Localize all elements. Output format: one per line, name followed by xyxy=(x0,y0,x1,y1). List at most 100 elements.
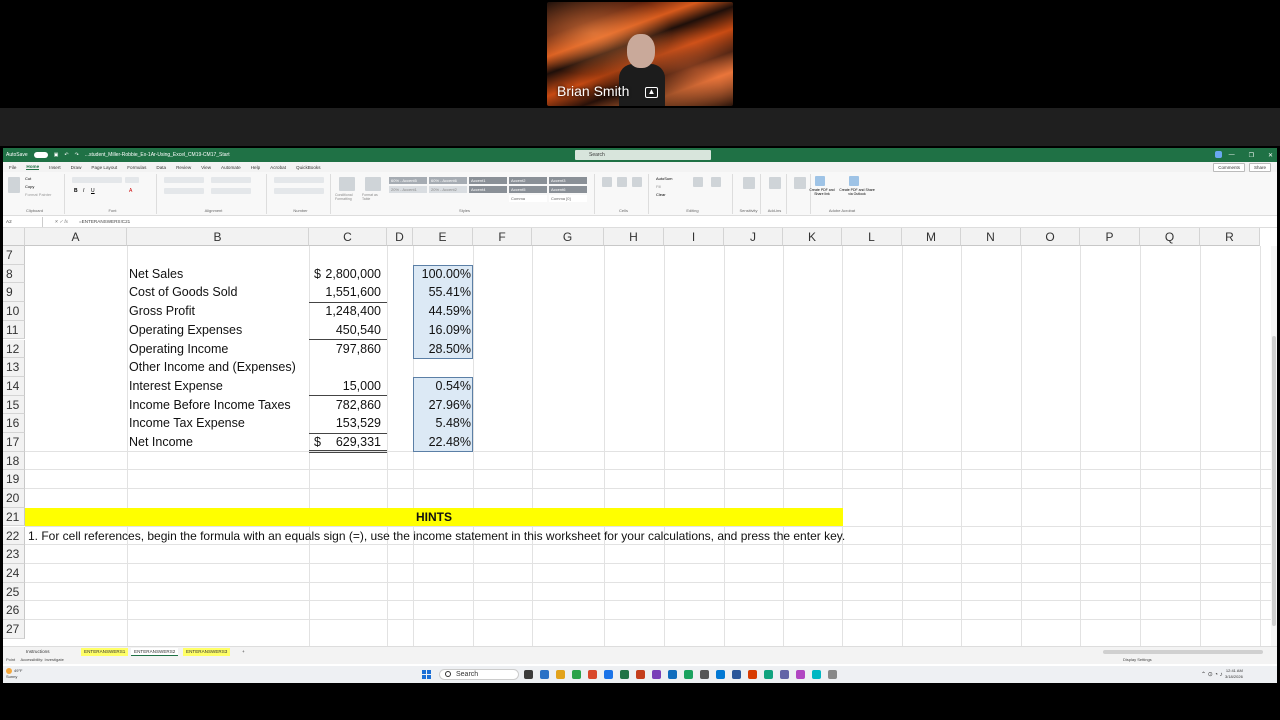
statement-amount[interactable]: 1,551,600 xyxy=(323,283,381,302)
excel-search-input[interactable]: Search xyxy=(575,150,711,160)
align-buttons[interactable] xyxy=(164,177,204,183)
statement-amount[interactable]: 153,529 xyxy=(323,414,381,433)
row-header[interactable]: 25 xyxy=(3,582,25,602)
merge-center-button[interactable] xyxy=(211,188,251,194)
taskbar-app-icon[interactable] xyxy=(780,670,789,679)
close-icon[interactable]: ✕ xyxy=(1268,152,1273,159)
column-header[interactable]: L xyxy=(842,228,902,246)
row-header[interactable]: 12 xyxy=(3,339,25,359)
statement-label[interactable]: Gross Profit xyxy=(129,302,195,321)
number-format-buttons[interactable] xyxy=(274,188,324,194)
statement-percent[interactable]: 27.96% xyxy=(415,396,471,415)
fx-icon[interactable]: ✕ ✓ fx xyxy=(43,219,79,225)
column-header[interactable]: J xyxy=(724,228,783,246)
add-sheet-icon[interactable]: + xyxy=(239,648,248,656)
tab-file[interactable]: File xyxy=(9,165,16,170)
conditional-formatting-icon[interactable] xyxy=(339,177,355,191)
format-as-table-icon[interactable] xyxy=(365,177,381,191)
column-header[interactable]: D xyxy=(387,228,413,246)
sheet-tab-enteranswers3[interactable]: ENTERANSWERS3 xyxy=(183,648,231,656)
row-header[interactable]: 8 xyxy=(3,264,25,284)
document-title[interactable]: ...student_Miller-Robbie_Ex-1Ar-Using_Ex… xyxy=(85,152,230,158)
row-header[interactable]: 14 xyxy=(3,376,25,396)
statement-label[interactable]: Net Sales xyxy=(129,265,183,284)
style-cell[interactable]: Accent3 xyxy=(549,177,587,184)
style-cell[interactable]: 20% - Accent1 xyxy=(389,186,427,193)
taskbar-search[interactable]: Search xyxy=(439,669,519,680)
taskbar-app-icon[interactable] xyxy=(684,670,693,679)
statement-label[interactable]: Income Before Income Taxes xyxy=(129,396,291,415)
taskbar-app-icon[interactable] xyxy=(812,670,821,679)
taskbar-app-icon[interactable] xyxy=(636,670,645,679)
column-header[interactable]: Q xyxy=(1140,228,1200,246)
fill-button[interactable]: Fill xyxy=(656,184,661,189)
undo-icon[interactable]: ↶ xyxy=(64,152,68,158)
format-painter-button[interactable]: Format Painter xyxy=(25,192,51,197)
indent-buttons[interactable] xyxy=(164,188,204,194)
copy-button[interactable]: Copy xyxy=(25,184,34,189)
row-header[interactable]: 22 xyxy=(3,526,25,546)
style-cell[interactable]: Accent5 xyxy=(509,186,547,193)
create-pdf-outlook-icon[interactable] xyxy=(849,176,859,186)
row-header[interactable]: 20 xyxy=(3,489,25,508)
column-header[interactable]: I xyxy=(664,228,724,246)
statement-amount[interactable]: 15,000 xyxy=(323,377,381,396)
statement-label[interactable]: Operating Income xyxy=(129,340,228,359)
statement-amount[interactable]: 1,248,400 xyxy=(323,302,381,321)
style-cell[interactable]: Comma [0] xyxy=(549,195,587,202)
taskbar-app-icon[interactable] xyxy=(668,670,677,679)
column-header[interactable]: K xyxy=(783,228,842,246)
add-ins-icon[interactable] xyxy=(769,177,781,189)
insert-cells-icon[interactable] xyxy=(602,177,612,187)
font-color-icon[interactable]: A xyxy=(129,188,132,194)
wrap-text-button[interactable] xyxy=(211,177,251,183)
statement-percent[interactable]: 0.54% xyxy=(415,377,471,396)
row-header[interactable]: 9 xyxy=(3,283,25,303)
paste-icon[interactable] xyxy=(8,177,20,193)
taskbar-app-icon[interactable] xyxy=(540,670,549,679)
style-cell[interactable]: 60% - Accent5 xyxy=(389,177,427,184)
column-header[interactable]: F xyxy=(473,228,532,246)
copilot-ribbon-icon[interactable] xyxy=(794,177,806,189)
style-cell[interactable]: Accent6 xyxy=(549,186,587,193)
row-header[interactable]: 13 xyxy=(3,358,25,377)
tab-review[interactable]: Review xyxy=(176,165,191,170)
tab-page-layout[interactable]: Page Layout xyxy=(91,165,117,170)
taskbar-app-icon[interactable] xyxy=(796,670,805,679)
number-format-select[interactable] xyxy=(274,177,324,183)
participant-video[interactable]: Brian Smith ▲ xyxy=(547,2,733,106)
find-select-icon[interactable] xyxy=(711,177,721,187)
style-cell[interactable]: Accent4 xyxy=(469,186,507,193)
statement-amount[interactable]: 450,540 xyxy=(323,321,381,340)
column-header[interactable]: O xyxy=(1021,228,1080,246)
statement-label[interactable]: Net Income xyxy=(129,433,193,452)
row-header[interactable]: 23 xyxy=(3,545,25,564)
hint-text[interactable]: 1. For cell references, begin the formul… xyxy=(28,527,845,546)
taskbar-app-icon[interactable] xyxy=(828,670,837,679)
underline-icon[interactable]: U xyxy=(91,188,95,194)
statement-amount[interactable]: 782,860 xyxy=(323,396,381,415)
taskbar-clock[interactable]: 12:41 AM 3/18/2026 xyxy=(1225,668,1243,680)
style-cell[interactable]: 60% - Accent6 xyxy=(429,177,467,184)
windows-start-icon[interactable] xyxy=(422,670,431,679)
row-header[interactable]: 19 xyxy=(3,470,25,490)
style-cell[interactable]: Accent1 xyxy=(469,177,507,184)
taskbar-app-icon[interactable] xyxy=(620,670,629,679)
sensitivity-icon[interactable] xyxy=(743,177,755,189)
column-header[interactable]: N xyxy=(961,228,1021,246)
row-header[interactable]: 15 xyxy=(3,395,25,415)
row-header[interactable]: 26 xyxy=(3,601,25,620)
share-button[interactable]: Share xyxy=(1248,163,1271,172)
tab-view[interactable]: View xyxy=(201,165,211,170)
statement-amount[interactable]: 2,800,000 xyxy=(323,265,381,284)
tab-automate[interactable]: Automate xyxy=(221,165,241,170)
tab-data[interactable]: Data xyxy=(156,165,166,170)
taskbar-app-icon[interactable] xyxy=(524,670,533,679)
taskbar-app-icon[interactable] xyxy=(604,670,613,679)
statement-label[interactable]: Income Tax Expense xyxy=(129,414,245,433)
style-cell[interactable]: 20% - Accent2 xyxy=(429,186,467,193)
row-header[interactable]: 16 xyxy=(3,414,25,433)
row-header[interactable]: 18 xyxy=(3,451,25,471)
select-all-corner[interactable] xyxy=(3,228,25,246)
statement-percent[interactable]: 22.48% xyxy=(415,433,471,452)
